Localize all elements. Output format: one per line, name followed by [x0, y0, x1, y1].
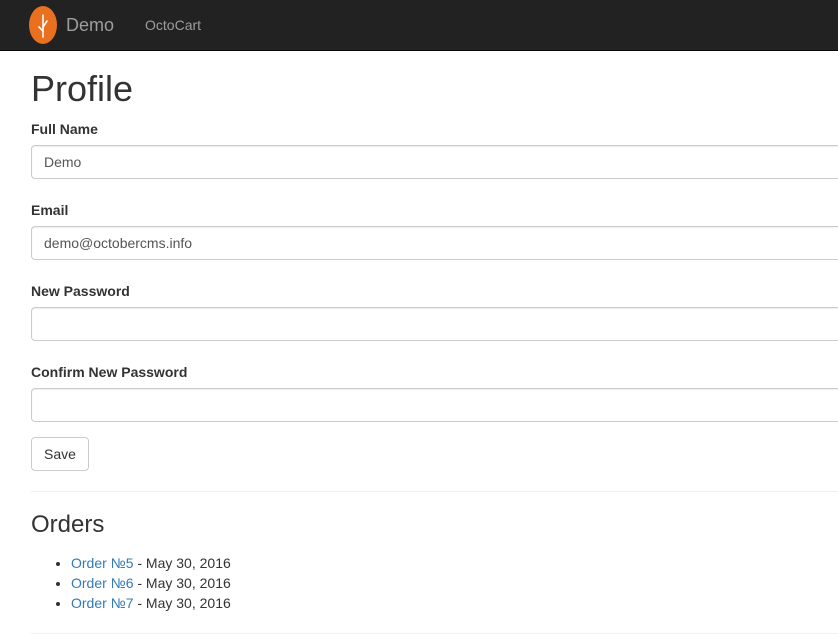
list-item: Order №7 - May 30, 2016 [71, 593, 838, 613]
page-title: Profile [31, 68, 134, 109]
new-password-label: New Password [31, 283, 130, 299]
main-content: Profile Full Name Email New Password Con… [31, 51, 838, 634]
full-name-label: Full Name [31, 121, 98, 137]
order-date: - May 30, 2016 [133, 555, 231, 571]
order-date: - May 30, 2016 [133, 595, 231, 611]
order-link-7[interactable]: Order №7 [71, 595, 133, 611]
list-item: Order №5 - May 30, 2016 [71, 553, 838, 573]
full-name-input[interactable] [31, 145, 838, 179]
list-item: Order №6 - May 30, 2016 [71, 573, 838, 593]
top-navbar: Demo OctoCart [0, 0, 838, 51]
form-group-full-name: Full Name [31, 120, 838, 179]
order-date: - May 30, 2016 [133, 575, 231, 591]
email-label: Email [31, 202, 69, 218]
email-input[interactable] [31, 226, 838, 260]
form-group-confirm-password: Confirm New Password [31, 363, 838, 422]
leaf-logo-icon [29, 6, 57, 44]
confirm-password-input[interactable] [31, 388, 838, 422]
new-password-input[interactable] [31, 307, 838, 341]
order-link-5[interactable]: Order №5 [71, 555, 133, 571]
orders-list: Order №5 - May 30, 2016 Order №6 - May 3… [31, 553, 838, 613]
order-link-6[interactable]: Order №6 [71, 575, 133, 591]
divider [31, 491, 838, 492]
profile-form: Full Name Email New Password Confirm New… [31, 120, 838, 471]
brand-name: Demo [66, 14, 115, 35]
form-group-new-password: New Password [31, 282, 838, 341]
nav-link-octocart[interactable]: OctoCart [145, 17, 201, 33]
save-button[interactable]: Save [31, 437, 89, 471]
form-group-email: Email [31, 201, 838, 260]
confirm-password-label: Confirm New Password [31, 364, 188, 380]
orders-heading: Orders [31, 511, 105, 538]
brand-link[interactable]: Demo [27, 5, 114, 45]
